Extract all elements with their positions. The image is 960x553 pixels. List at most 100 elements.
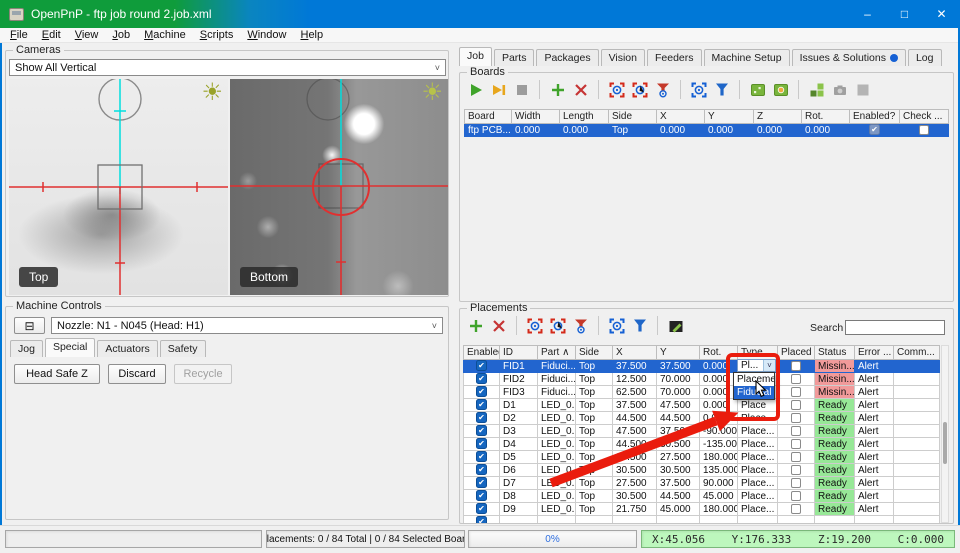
board-fiducial-icon[interactable] <box>772 81 789 98</box>
placement-row[interactable]: ✔D3LED_0...Top47.50037.500-90.000Place..… <box>464 425 940 438</box>
tab-machine-setup[interactable]: Machine Setup <box>704 49 790 66</box>
boards-col-side[interactable]: Side <box>609 110 657 124</box>
checkbox-checked-icon[interactable]: ✔ <box>476 373 487 384</box>
menu-item-edit[interactable]: Edit <box>35 28 68 42</box>
delete-icon[interactable] <box>490 317 507 334</box>
placement-cell-placed[interactable] <box>778 477 815 490</box>
placement-cell-placed[interactable] <box>778 451 815 464</box>
checkbox-checked-icon[interactable]: ✔ <box>476 425 487 436</box>
menu-item-job[interactable]: Job <box>105 28 137 42</box>
tab-log[interactable]: Log <box>908 49 942 66</box>
checkbox-checked-icon[interactable]: ✔ <box>476 412 487 423</box>
boards-col-check[interactable]: Check ... <box>900 110 949 124</box>
boards-col-width[interactable]: Width <box>512 110 560 124</box>
placement-cell-enabled[interactable]: ✔ <box>464 438 500 451</box>
camera-selector[interactable]: Show All Vertical ˅ <box>9 59 446 76</box>
placement-row[interactable]: ✔FID2Fiduci...Top12.50070.0000.000Missin… <box>464 373 940 386</box>
checkbox-checked-icon[interactable]: ✔ <box>476 490 487 501</box>
placement-cell-type[interactable]: Place... <box>738 490 778 503</box>
checkbox-unchecked-icon[interactable] <box>791 439 801 449</box>
placement-row[interactable]: ✔FID3Fiduci...Top62.50070.0000.000Missin… <box>464 386 940 399</box>
placement-cell-placed[interactable] <box>778 373 815 386</box>
placement-cell-placed[interactable] <box>778 360 815 373</box>
checkbox-checked-icon[interactable]: ✔ <box>476 503 487 514</box>
placements-col-y[interactable]: Y <box>657 346 700 360</box>
placement-cell-placed[interactable] <box>778 399 815 412</box>
menu-item-file[interactable]: File <box>3 28 35 42</box>
brightness-sun-icon[interactable]: ☀ <box>421 79 443 107</box>
camera-icon[interactable] <box>831 81 848 98</box>
placement-cell-enabled[interactable]: ✔ <box>464 373 500 386</box>
scrollbar-thumb[interactable] <box>943 422 947 464</box>
placement-row[interactable]: ✔D5LED_0...Top37.50027.500180.000Place..… <box>464 451 940 464</box>
panel-splitter[interactable] <box>452 43 456 525</box>
type-combobox[interactable]: Pl... ˅ <box>737 359 776 372</box>
checkbox-unchecked-icon[interactable] <box>791 491 801 501</box>
placement-cell-placed[interactable] <box>778 464 815 477</box>
placement-cell-enabled[interactable]: ✔ <box>464 516 500 524</box>
tab-parts[interactable]: Parts <box>494 49 535 66</box>
position-tool-icon[interactable] <box>713 81 730 98</box>
placement-cell-placed[interactable] <box>778 516 815 524</box>
tab-job[interactable]: Job <box>459 47 492 66</box>
checkbox-checked-icon[interactable]: ✔ <box>476 464 487 475</box>
placements-col-status[interactable]: Status <box>815 346 855 360</box>
search-input[interactable] <box>845 320 945 335</box>
placement-row[interactable]: ✔D4LED_0...Top44.50030.500-135.000Place.… <box>464 438 940 451</box>
checkbox-checked-icon[interactable]: ✔ <box>476 386 487 397</box>
placement-cell-type[interactable]: Place... <box>738 503 778 516</box>
placement-cell-placed[interactable] <box>778 425 815 438</box>
close-button[interactable]: ✕ <box>923 0 960 28</box>
chevron-down-icon[interactable]: ˅ <box>763 360 775 371</box>
step-icon[interactable] <box>490 81 507 98</box>
type-option-placement[interactable]: Placement <box>734 373 774 386</box>
placement-cell-type[interactable]: Place... <box>738 451 778 464</box>
capture-tool-icon[interactable] <box>549 317 566 334</box>
capture-tool-icon[interactable] <box>631 81 648 98</box>
camera-view-top[interactable]: ☀ Top <box>9 79 228 295</box>
checkbox-unchecked-icon[interactable] <box>791 465 801 475</box>
delete-icon[interactable] <box>572 81 589 98</box>
boards-col-y[interactable]: Y <box>705 110 754 124</box>
placement-row[interactable]: ✔D9LED_0...Top21.75045.000180.000Place..… <box>464 503 940 516</box>
placements-col-side[interactable]: Side <box>576 346 613 360</box>
checkbox-unchecked-icon[interactable] <box>791 400 801 410</box>
checkbox-checked-icon[interactable]: ✔ <box>869 124 880 135</box>
move-camera-icon[interactable] <box>572 317 589 334</box>
checkbox-checked-icon[interactable]: ✔ <box>476 477 487 488</box>
placement-row[interactable]: ✔FID1Fiduci...Top37.50037.5000.000Missin… <box>464 360 940 373</box>
capture-camera-icon[interactable] <box>608 81 625 98</box>
placement-cell-type[interactable]: Place... <box>738 412 778 425</box>
placement-cell-placed[interactable] <box>778 438 815 451</box>
placements-scrollbar[interactable] <box>941 345 949 523</box>
board-cell-check[interactable] <box>900 124 949 137</box>
mc-tab-safety[interactable]: Safety <box>160 340 206 357</box>
stop-icon[interactable] <box>513 81 530 98</box>
type-option-fiducial[interactable]: Fiducial <box>734 386 774 399</box>
placement-row[interactable]: ✔D1LED_0...Top37.50047.5000.000PlaceRead… <box>464 399 940 412</box>
blank-square-icon[interactable] <box>854 81 871 98</box>
placement-cell-enabled[interactable]: ✔ <box>464 477 500 490</box>
placement-cell-enabled[interactable]: ✔ <box>464 412 500 425</box>
placement-cell-enabled[interactable]: ✔ <box>464 503 500 516</box>
head-safe-z-button[interactable]: Head Safe Z <box>14 364 100 384</box>
placement-cell-placed[interactable] <box>778 412 815 425</box>
placement-cell-type[interactable]: Place... <box>738 464 778 477</box>
board-cell-enabled[interactable]: ✔ <box>850 124 900 137</box>
placement-cell-type[interactable] <box>738 516 778 524</box>
tab-packages[interactable]: Packages <box>536 49 598 66</box>
checkbox-unchecked-icon[interactable] <box>791 387 801 397</box>
boards-col-z[interactable]: Z <box>754 110 802 124</box>
placements-col-type[interactable]: Type <box>738 346 778 360</box>
placement-cell-enabled[interactable]: ✔ <box>464 386 500 399</box>
placements-col-rot[interactable]: Rot. <box>700 346 738 360</box>
checkbox-unchecked-icon[interactable] <box>791 374 801 384</box>
maximize-button[interactable]: □ <box>886 0 923 28</box>
placement-cell-enabled[interactable]: ✔ <box>464 399 500 412</box>
checkbox-checked-icon[interactable]: ✔ <box>476 360 487 371</box>
placement-cell-placed[interactable] <box>778 386 815 399</box>
placement-cell-enabled[interactable]: ✔ <box>464 490 500 503</box>
placement-cell-placed[interactable] <box>778 503 815 516</box>
placements-col-enabled[interactable]: Enabled <box>464 346 500 360</box>
add-icon[interactable] <box>467 317 484 334</box>
